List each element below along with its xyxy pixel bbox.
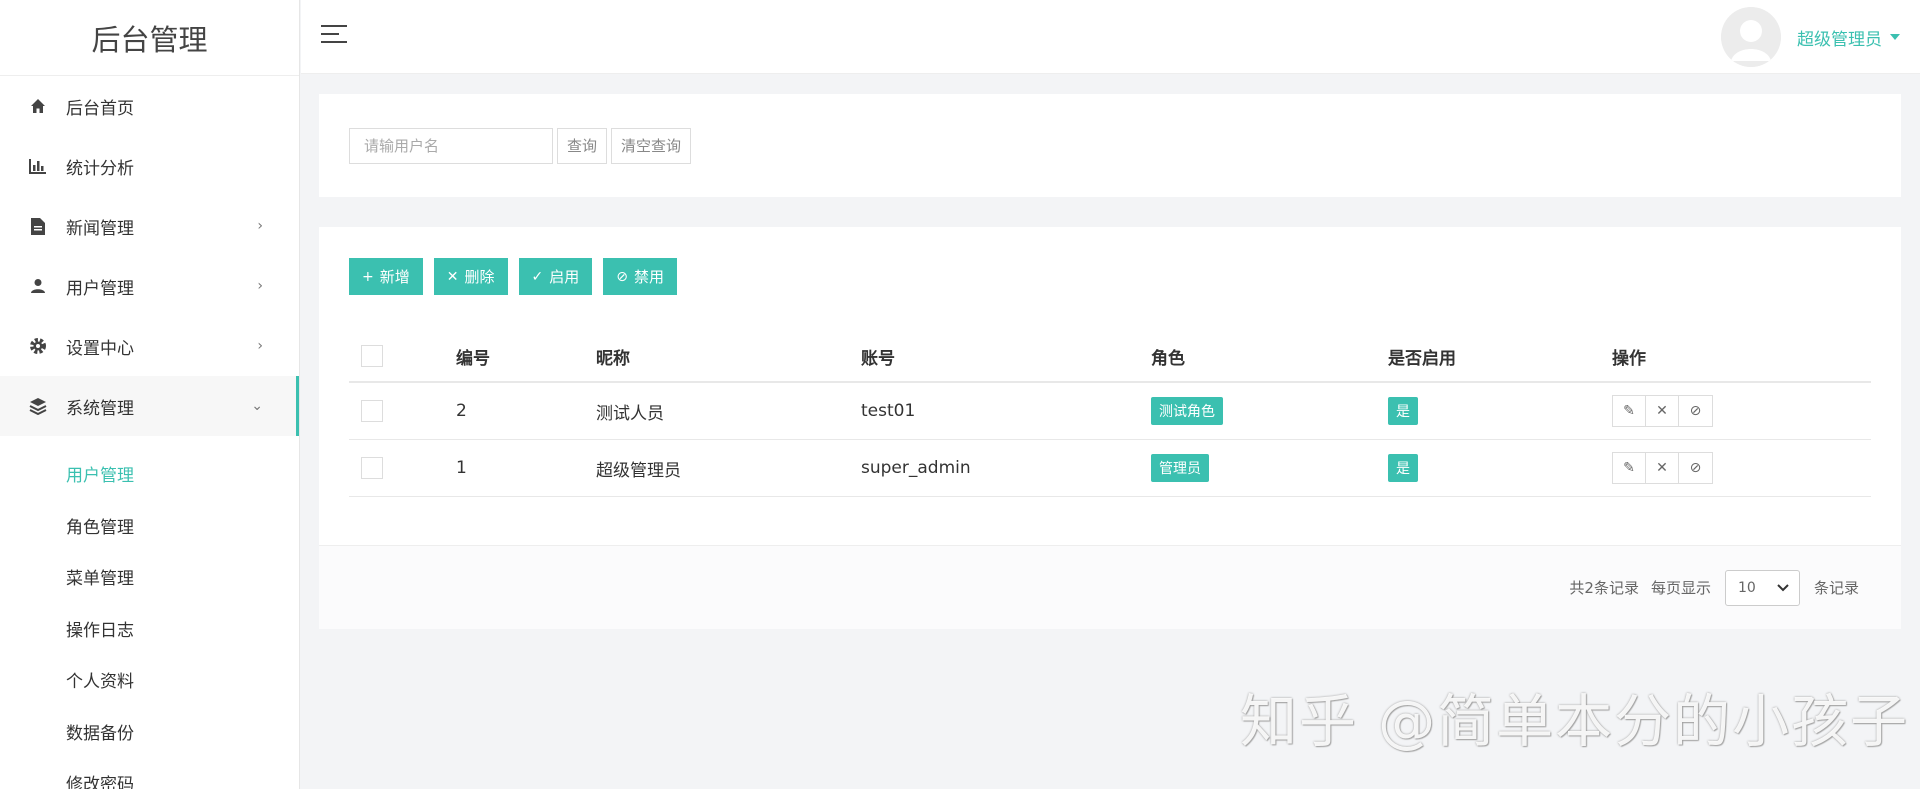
sidebar-item-statistics[interactable]: 统计分析 <box>0 136 299 196</box>
search-card: 查询 清空查询 <box>319 94 1901 197</box>
system-submenu: 用户管理 角色管理 菜单管理 操作日志 个人资料 数据备份 修改密码 <box>0 436 299 789</box>
per-page-value: 10 <box>1737 579 1756 596</box>
close-icon[interactable]: ✕ <box>1646 453 1679 483</box>
sidebar-item-settings[interactable]: 设置中心 › <box>0 316 299 376</box>
row-checkbox[interactable] <box>361 457 383 479</box>
sidebar-item-label: 新闻管理 <box>66 218 134 239</box>
role-badge: 管理员 <box>1151 454 1209 482</box>
row-actions: ✎ ✕ ⊘ <box>1612 452 1713 484</box>
submenu-item-operation-log[interactable]: 操作日志 <box>0 603 299 655</box>
ban-icon[interactable]: ⊘ <box>1679 396 1712 426</box>
sidebar-item-label: 后台首页 <box>66 98 134 119</box>
total-records: 共2条记录 <box>1569 579 1639 597</box>
row-checkbox[interactable] <box>361 400 383 422</box>
per-page-label: 每页显示 <box>1650 579 1711 597</box>
cell-account: super_admin <box>861 458 971 478</box>
disable-button-label: 禁用 <box>633 268 664 286</box>
header-enabled: 是否启用 <box>1388 348 1456 369</box>
submenu-item-role-management[interactable]: 角色管理 <box>0 500 299 552</box>
close-icon: ✕ <box>446 268 459 285</box>
header-id: 编号 <box>456 348 490 369</box>
plus-icon: + <box>362 268 374 285</box>
user-name: 超级管理员 <box>1797 29 1882 50</box>
enable-button[interactable]: ✓ 启用 <box>518 258 593 295</box>
edit-icon[interactable]: ✎ <box>1613 453 1646 483</box>
bar-chart-icon <box>28 156 48 176</box>
chevron-right-icon: › <box>257 338 263 354</box>
submenu-item-menu-management[interactable]: 菜单管理 <box>0 551 299 603</box>
table-row: 1 超级管理员 super_admin 管理员 是 ✎ ✕ ⊘ <box>349 440 1871 497</box>
table-header: 编号 昵称 账号 角色 是否启用 操作 <box>349 331 1871 383</box>
sidebar-item-label: 统计分析 <box>66 158 134 179</box>
status-badge: 是 <box>1388 397 1418 425</box>
per-page-suffix: 条记录 <box>1813 579 1859 597</box>
submenu-item-profile[interactable]: 个人资料 <box>0 654 299 706</box>
role-badge: 测试角色 <box>1151 397 1223 425</box>
menu-toggle-icon[interactable] <box>321 20 349 48</box>
add-button-label: 新增 <box>379 268 410 286</box>
pagination: 共2条记录 每页显示 10 条记录 <box>319 545 1901 629</box>
sidebar: 后台管理 后台首页 统计分析 新闻管理 › 用户管理 › 设置中心 › 系统管理… <box>0 0 300 789</box>
cell-id: 1 <box>456 458 467 478</box>
enable-button-label: 启用 <box>549 268 580 286</box>
submenu-item-change-password[interactable]: 修改密码 <box>0 757 299 789</box>
check-icon: ✓ <box>531 268 544 285</box>
row-actions: ✎ ✕ ⊘ <box>1612 395 1713 427</box>
watermark: 知乎 @简单本分的小孩子 <box>1240 689 1910 755</box>
username-search-input[interactable] <box>349 127 553 164</box>
submenu-item-data-backup[interactable]: 数据备份 <box>0 706 299 758</box>
brand-title: 后台管理 <box>0 0 299 76</box>
per-page-select[interactable]: 10 <box>1724 569 1800 606</box>
user-icon <box>28 276 48 296</box>
home-icon <box>28 96 48 116</box>
select-all-cell <box>361 331 383 381</box>
cell-nickname: 超级管理员 <box>596 460 681 481</box>
disable-button[interactable]: ⊘ 禁用 <box>603 258 677 295</box>
sidebar-item-label: 系统管理 <box>66 398 134 419</box>
select-all-checkbox[interactable] <box>361 345 383 367</box>
edit-icon[interactable]: ✎ <box>1613 396 1646 426</box>
avatar <box>1721 7 1781 67</box>
close-icon[interactable]: ✕ <box>1646 396 1679 426</box>
sidebar-item-system[interactable]: 系统管理 ⌄ <box>0 376 299 436</box>
header-role: 角色 <box>1151 348 1185 369</box>
chevron-down-icon <box>1777 583 1789 591</box>
table-toolbar: + 新增 ✕ 删除 ✓ 启用 ⊘ 禁用 <box>349 258 677 295</box>
add-button[interactable]: + 新增 <box>349 258 423 295</box>
sidebar-item-label: 设置中心 <box>66 338 134 359</box>
ban-icon[interactable]: ⊘ <box>1679 453 1712 483</box>
chevron-down-icon: ⌄ <box>251 398 263 414</box>
status-badge: 是 <box>1388 454 1418 482</box>
document-icon <box>28 216 48 236</box>
header-actions: 操作 <box>1612 348 1646 369</box>
topbar: 超级管理员 <box>301 0 1920 74</box>
header-account: 账号 <box>861 348 895 369</box>
caret-down-icon <box>1890 34 1900 40</box>
layers-icon <box>28 396 48 416</box>
delete-button[interactable]: ✕ 删除 <box>433 258 508 295</box>
chevron-right-icon: › <box>257 278 263 294</box>
user-menu[interactable]: 超级管理员 <box>1721 0 1900 74</box>
user-table-card: + 新增 ✕ 删除 ✓ 启用 ⊘ 禁用 编号 昵称 账号 角色 是否启用 操作 … <box>319 227 1901 629</box>
sidebar-item-news[interactable]: 新闻管理 › <box>0 196 299 256</box>
table-row: 2 测试人员 test01 测试角色 是 ✎ ✕ ⊘ <box>349 383 1871 440</box>
cell-id: 2 <box>456 401 467 421</box>
gear-icon <box>28 336 48 356</box>
ban-icon: ⊘ <box>616 268 628 285</box>
chevron-right-icon: › <box>257 218 263 234</box>
query-button[interactable]: 查询 <box>557 127 608 164</box>
cell-nickname: 测试人员 <box>596 403 664 424</box>
sidebar-item-label: 用户管理 <box>66 278 134 299</box>
submenu-item-user-management[interactable]: 用户管理 <box>0 448 299 500</box>
header-nickname: 昵称 <box>596 348 630 369</box>
sidebar-item-home[interactable]: 后台首页 <box>0 76 299 136</box>
sidebar-item-users[interactable]: 用户管理 › <box>0 256 299 316</box>
clear-query-button[interactable]: 清空查询 <box>611 127 692 164</box>
delete-button-label: 删除 <box>464 268 495 286</box>
cell-account: test01 <box>861 401 916 421</box>
